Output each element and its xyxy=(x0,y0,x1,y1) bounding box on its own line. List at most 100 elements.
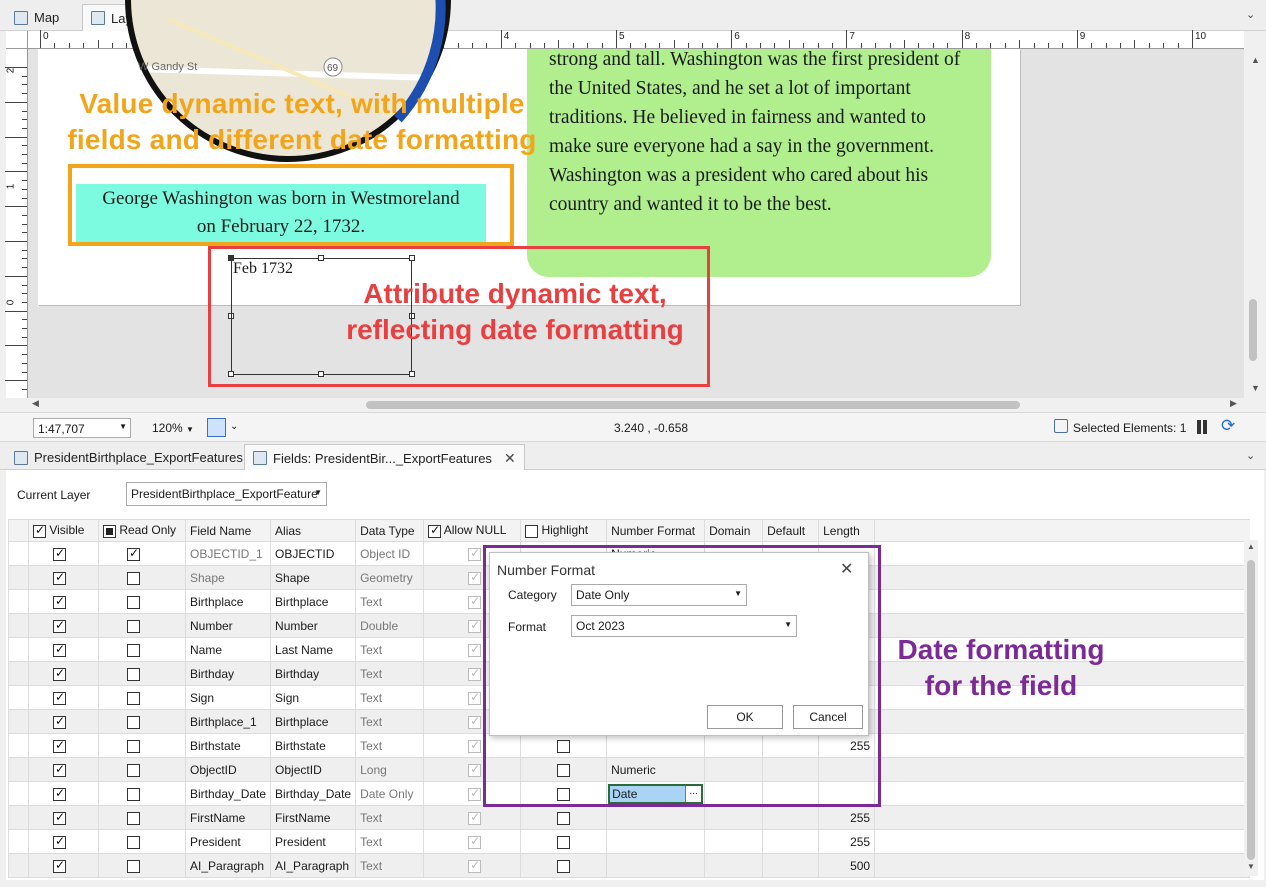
default-cell[interactable] xyxy=(762,805,820,830)
number-format-cell[interactable] xyxy=(606,853,706,878)
checkbox[interactable] xyxy=(53,690,66,705)
row-header[interactable] xyxy=(8,589,29,614)
data-type-cell[interactable]: Text xyxy=(355,805,425,830)
column-header-field-name[interactable]: Field Name xyxy=(184,519,272,542)
column-header-data-type[interactable]: Data Type xyxy=(355,519,425,542)
column-header-number-format[interactable]: Number Format xyxy=(606,519,706,542)
checkbox[interactable] xyxy=(103,524,116,538)
scroll-left-icon[interactable]: ◀ xyxy=(32,398,39,409)
read-only-cell[interactable] xyxy=(98,661,186,686)
close-icon[interactable]: ✕ xyxy=(504,450,516,467)
data-type-cell[interactable]: Text xyxy=(355,733,425,758)
table-row[interactable]: AI_Paragraph AI_Paragraph Text 500 xyxy=(8,853,1251,878)
length-cell[interactable]: 500 xyxy=(818,853,876,878)
visible-cell[interactable] xyxy=(28,829,99,854)
data-type-cell[interactable]: Text xyxy=(355,829,425,854)
table-row[interactable]: FirstName FirstName Text 255 xyxy=(8,805,1251,830)
row-header[interactable] xyxy=(8,541,29,566)
visible-cell[interactable] xyxy=(28,685,99,710)
visible-cell[interactable] xyxy=(28,613,99,638)
checkbox[interactable] xyxy=(53,714,66,729)
tab-fields[interactable]: Fields: PresidentBir..._ExportFeatures ✕ xyxy=(244,444,525,471)
data-type-cell[interactable]: Text xyxy=(355,637,425,662)
scale-dropdown[interactable]: 1:47,707 ▼ xyxy=(33,418,131,438)
alias-cell[interactable]: President xyxy=(270,829,357,854)
read-only-cell[interactable] xyxy=(98,805,186,830)
visible-cell[interactable] xyxy=(28,709,99,734)
column-header-read-only[interactable]: Read Only xyxy=(98,519,186,542)
checkbox[interactable] xyxy=(53,738,66,753)
domain-cell[interactable] xyxy=(704,853,764,878)
scroll-down-icon[interactable]: ▼ xyxy=(1251,383,1260,393)
fields-vertical-scrollbar[interactable]: ▲ ▼ xyxy=(1244,540,1258,876)
visible-cell[interactable] xyxy=(28,853,99,878)
checkbox[interactable] xyxy=(557,859,571,873)
field-name-cell[interactable]: ObjectID xyxy=(184,757,272,782)
checkbox[interactable] xyxy=(127,787,140,801)
domain-cell[interactable] xyxy=(704,805,764,830)
row-header[interactable] xyxy=(8,613,29,638)
row-header[interactable] xyxy=(8,757,29,782)
number-format-cell[interactable] xyxy=(606,805,706,830)
domain-cell[interactable] xyxy=(704,829,764,854)
table-row[interactable]: President President Text 255 xyxy=(8,829,1251,854)
alias-cell[interactable]: Birthday_Date xyxy=(270,781,357,806)
data-type-cell[interactable]: Object ID xyxy=(355,541,425,566)
read-only-cell[interactable] xyxy=(98,613,186,638)
visible-cell[interactable] xyxy=(28,565,99,590)
checkbox[interactable] xyxy=(127,691,140,705)
checkbox[interactable] xyxy=(127,859,140,873)
highlight-cell[interactable] xyxy=(520,853,608,878)
read-only-cell[interactable] xyxy=(98,709,186,734)
checkbox[interactable] xyxy=(127,667,140,681)
chevron-down-icon[interactable]: ⌄ xyxy=(1246,449,1255,462)
tab-attribute-table[interactable]: PresidentBirthplace_ExportFeatures xyxy=(6,444,251,471)
checkbox[interactable] xyxy=(428,523,442,538)
field-name-cell[interactable]: Birthday_Date xyxy=(184,781,272,806)
field-name-cell[interactable]: Birthday xyxy=(184,661,272,686)
row-header[interactable] xyxy=(8,829,29,854)
checkbox[interactable] xyxy=(525,524,539,538)
read-only-cell[interactable] xyxy=(98,829,186,854)
row-header[interactable] xyxy=(8,685,29,710)
row-header[interactable] xyxy=(8,733,29,758)
highlight-cell[interactable] xyxy=(520,805,608,830)
highlight-cell[interactable] xyxy=(520,829,608,854)
column-header-allow-null[interactable]: Allow NULL xyxy=(423,519,522,542)
column-header-domain[interactable]: Domain xyxy=(704,519,764,542)
vertical-scrollbar[interactable]: ▲ ▼ xyxy=(1244,49,1266,398)
checkbox[interactable] xyxy=(127,619,140,633)
scroll-down-icon[interactable]: ▼ xyxy=(1247,862,1255,871)
alias-cell[interactable]: OBJECTID xyxy=(270,541,357,566)
data-type-cell[interactable]: Double xyxy=(355,613,425,638)
column-header-alias[interactable]: Alias xyxy=(270,519,357,542)
checkbox[interactable] xyxy=(53,618,66,633)
column-header-length[interactable]: Length xyxy=(818,519,876,542)
default-cell[interactable] xyxy=(762,853,820,878)
horizontal-scrollbar[interactable]: ◀ ▶ xyxy=(28,398,1244,412)
column-header-default[interactable]: Default xyxy=(762,519,820,542)
checkbox[interactable] xyxy=(127,763,140,777)
data-type-cell[interactable]: Text xyxy=(355,589,425,614)
read-only-cell[interactable] xyxy=(98,541,186,566)
scroll-thumb[interactable] xyxy=(366,401,1020,409)
checkbox[interactable] xyxy=(557,811,571,825)
checkbox[interactable] xyxy=(53,834,66,849)
checkbox[interactable] xyxy=(53,570,66,585)
column-header-highlight[interactable]: Highlight xyxy=(520,519,608,542)
checkbox[interactable] xyxy=(127,643,140,657)
read-only-cell[interactable] xyxy=(98,853,186,878)
alias-cell[interactable]: Birthplace xyxy=(270,589,357,614)
alias-cell[interactable]: Birthday xyxy=(270,661,357,686)
row-header[interactable] xyxy=(8,853,29,878)
visible-cell[interactable] xyxy=(28,541,99,566)
number-format-cell[interactable] xyxy=(606,829,706,854)
alias-cell[interactable]: Birthstate xyxy=(270,733,357,758)
length-cell[interactable]: 255 xyxy=(818,829,876,854)
alias-cell[interactable]: Sign xyxy=(270,685,357,710)
alias-cell[interactable]: Shape xyxy=(270,565,357,590)
alias-cell[interactable]: FirstName xyxy=(270,805,357,830)
checkbox[interactable] xyxy=(127,811,140,825)
visible-cell[interactable] xyxy=(28,781,99,806)
row-header[interactable] xyxy=(8,565,29,590)
